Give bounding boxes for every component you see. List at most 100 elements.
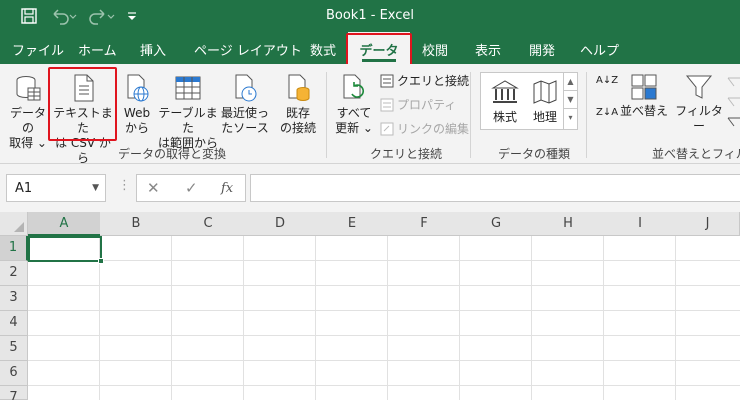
column-header[interactable]: A [28, 212, 101, 236]
tab-view[interactable]: 表示 [475, 40, 501, 59]
get-data-button[interactable]: データの 取得 ⌄ [6, 72, 50, 151]
tab-help[interactable]: ヘルプ [580, 40, 619, 59]
sort-za-label: Z↓A [596, 107, 619, 118]
from-table-label-1: テーブルまた [158, 106, 218, 135]
geography-data-type[interactable]: 地理 [523, 79, 567, 125]
row-header[interactable]: 6 [0, 361, 28, 386]
filter-label: フィルター [675, 104, 723, 133]
properties-button[interactable]: プロパティ [380, 96, 456, 113]
name-box[interactable]: A1 ▼ [6, 174, 106, 202]
name-box-dropdown-icon[interactable]: ▼ [92, 183, 99, 193]
gallery-up-icon[interactable]: ▲ [564, 73, 577, 91]
column-header[interactable]: J [676, 212, 740, 236]
queries-connections-label: クエリと接続 [397, 74, 470, 88]
tab-file[interactable]: ファイル [12, 40, 64, 59]
data-tab-highlight [346, 33, 412, 67]
sort-az-label: A↓Z [596, 75, 619, 86]
csv-button-highlight [48, 67, 117, 141]
formula-bar-grip-icon[interactable]: ⋮ [118, 178, 131, 193]
web-globe-icon [127, 74, 149, 102]
from-table-range-button[interactable]: テーブルまた は範囲から [158, 72, 218, 151]
tab-review[interactable]: 校閲 [422, 40, 448, 59]
formula-input[interactable] [250, 174, 740, 202]
row-header[interactable]: 2 [0, 261, 28, 286]
geography-label: 地理 [532, 110, 557, 124]
table-icon [175, 76, 201, 100]
row-header[interactable]: 4 [0, 311, 28, 336]
refresh-icon [343, 74, 365, 99]
title-bar: Book1 - Excel [0, 0, 740, 32]
clear-filter-button[interactable] [724, 72, 740, 134]
from-web-label-2: から [124, 121, 149, 135]
column-header[interactable]: G [460, 212, 533, 236]
bank-icon [491, 80, 519, 103]
sort-ascending-button[interactable]: A↓Z [596, 75, 619, 86]
group-separator [470, 72, 471, 158]
filter-funnel-icon [685, 75, 713, 99]
insert-function-icon[interactable]: fx [221, 181, 233, 196]
data-types-gallery[interactable]: 株式 地理 ▲ ▼ ▾ [480, 72, 578, 130]
refresh-all-button[interactable]: すべて 更新 ⌄ [332, 72, 376, 136]
from-web-button[interactable]: Web から [118, 72, 156, 136]
group-label-sort-filter: 並べ替えとフィルター [652, 147, 740, 161]
column-header[interactable]: E [316, 212, 389, 236]
get-data-label-2: 取得 ⌄ [9, 136, 47, 150]
column-header[interactable]: D [244, 212, 317, 236]
queries-icon [380, 74, 394, 88]
column-header[interactable]: F [388, 212, 461, 236]
edit-links-button[interactable]: リンクの編集 [380, 120, 469, 137]
active-cell-a1[interactable] [28, 236, 102, 262]
stocks-data-type[interactable]: 株式 [483, 79, 527, 125]
group-label-get-transform: データの取得と変換 [118, 147, 227, 161]
formula-buttons: ✕ ✓ fx [136, 174, 246, 202]
sort-button[interactable]: 並べ替え [620, 72, 668, 119]
tab-insert[interactable]: 挿入 [140, 40, 166, 59]
tab-formulas[interactable]: 数式 [310, 40, 336, 59]
gallery-down-icon[interactable]: ▼ [564, 91, 577, 109]
tab-developer[interactable]: 開発 [529, 40, 555, 59]
existing-connections-icon [288, 74, 310, 101]
gallery-scroll[interactable]: ▲ ▼ ▾ [563, 73, 577, 129]
queries-connections-button[interactable]: クエリと接続 [380, 72, 469, 89]
recent-sources-button[interactable]: 最近使っ たソース [220, 72, 270, 136]
column-header[interactable]: B [100, 212, 173, 236]
existing-connections-label-1: 既存 [285, 106, 310, 120]
properties-label: プロパティ [397, 98, 457, 112]
group-separator [326, 72, 327, 158]
from-web-label-1: Web [123, 106, 151, 120]
fill-handle[interactable] [98, 258, 104, 264]
column-header[interactable]: H [532, 212, 605, 236]
clear-filter-icon [727, 77, 740, 127]
row-header[interactable]: 3 [0, 286, 28, 311]
sort-descending-button[interactable]: Z↓A [596, 107, 619, 118]
row-header[interactable]: 7 [0, 386, 28, 400]
worksheet-grid[interactable]: A B C D E F G H I J 1 2 3 4 5 6 7 [0, 212, 740, 400]
existing-connections-button[interactable]: 既存 の接続 [276, 72, 320, 136]
gallery-more-icon[interactable]: ▾ [564, 109, 577, 127]
edit-links-label: リンクの編集 [397, 122, 470, 136]
name-box-value: A1 [15, 181, 33, 196]
edit-links-icon [380, 122, 394, 136]
refresh-all-label-2: 更新 ⌄ [335, 121, 373, 135]
stocks-label: 株式 [492, 110, 517, 124]
cancel-icon[interactable]: ✕ [147, 179, 160, 197]
select-all-icon [14, 222, 24, 232]
recent-sources-label-2: たソース [221, 121, 269, 135]
tab-page-layout[interactable]: ページ レイアウト [194, 40, 302, 59]
properties-icon [380, 98, 394, 112]
recent-sources-label-1: 最近使っ [220, 106, 269, 120]
tab-home[interactable]: ホーム [78, 40, 117, 59]
row-header[interactable]: 5 [0, 336, 28, 361]
formula-bar: A1 ▼ ⋮ ✕ ✓ fx [0, 164, 740, 212]
row-header[interactable]: 1 [0, 236, 28, 261]
filter-button[interactable]: フィルター [674, 72, 724, 134]
recent-clock-icon [235, 74, 257, 102]
column-header[interactable]: I [604, 212, 677, 236]
database-icon [16, 76, 41, 101]
refresh-all-label-1: すべて [336, 106, 372, 120]
column-header[interactable]: C [172, 212, 245, 236]
group-separator [586, 72, 587, 158]
enter-icon[interactable]: ✓ [185, 179, 198, 197]
select-all-corner[interactable] [0, 212, 28, 236]
cell-area[interactable] [28, 236, 740, 400]
